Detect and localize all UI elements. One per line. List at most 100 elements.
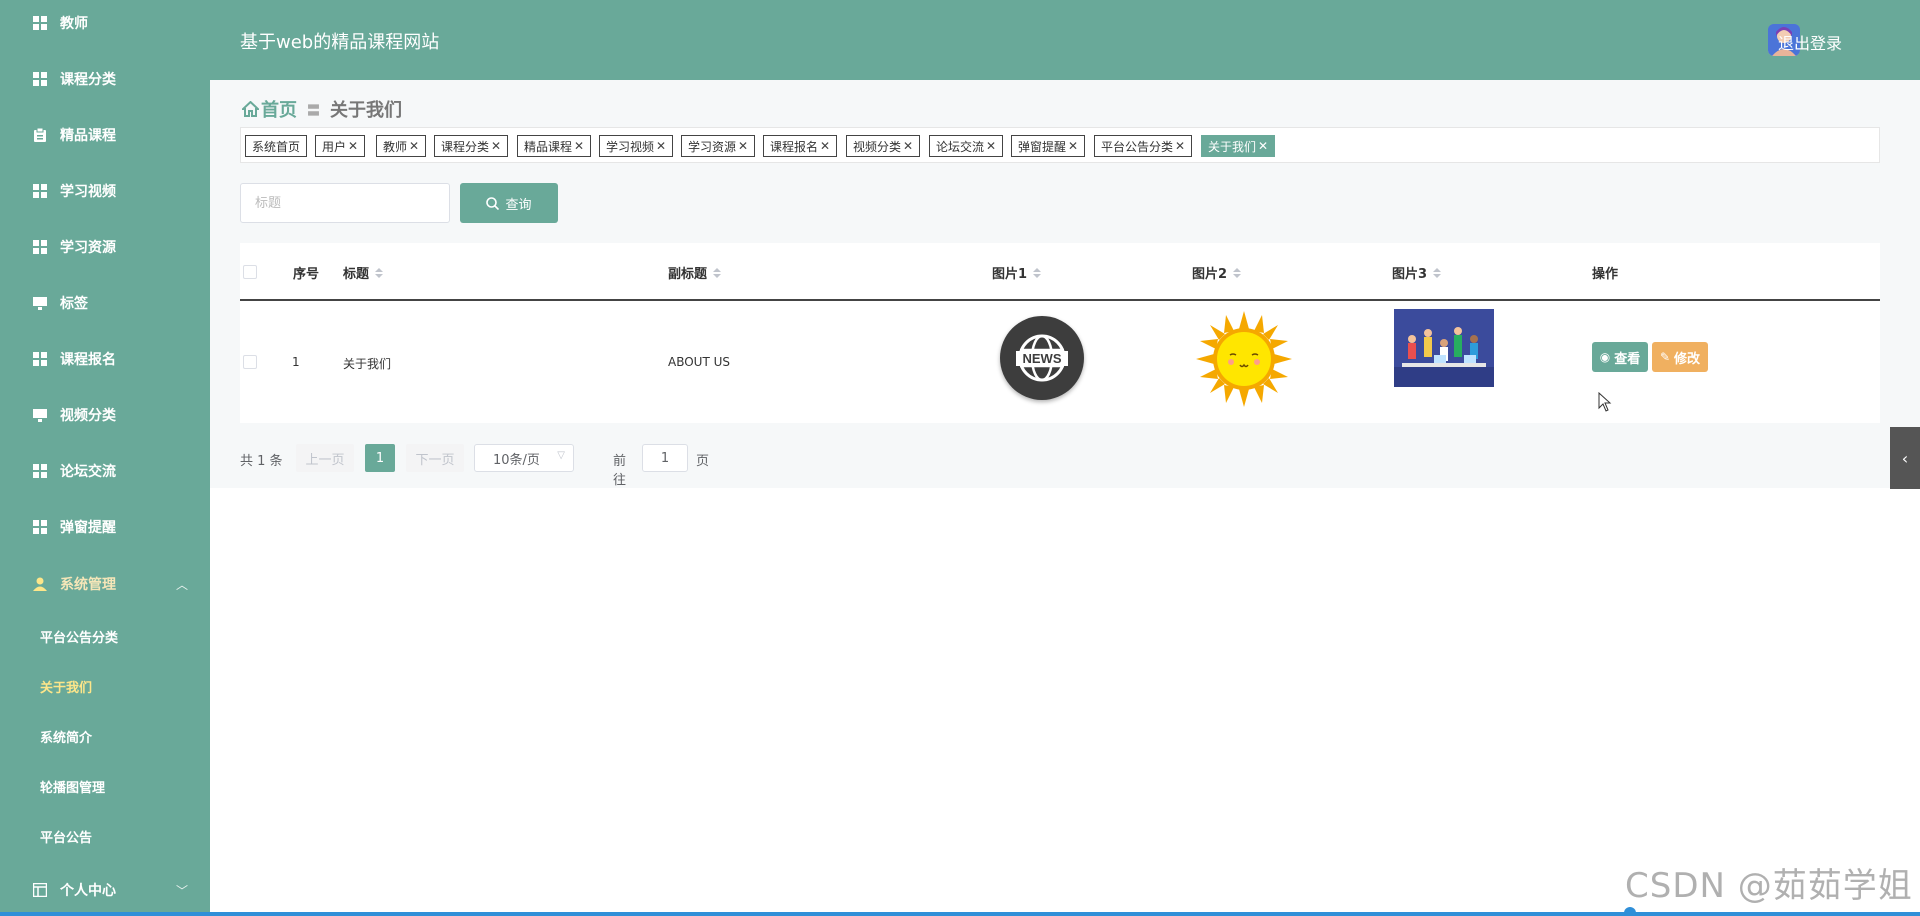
data-table: 序号 标题 副标题 图片1 图片2 图片3 操作 1 关于我们 ABOUT US… [240,243,1880,423]
sidebar-item-label: 课程分类 [60,72,116,88]
sort-icon[interactable] [713,267,722,278]
column-header-image2[interactable]: 图片2 [1192,263,1242,282]
cell-title: 关于我们 [343,357,392,371]
sidebar-item-personal-center[interactable]: 个人中心 ﹀ [0,870,210,910]
breadcrumb-home[interactable]: 首页 [242,96,297,122]
row-checkbox[interactable] [243,355,257,369]
sidebar: 教师 课程分类 精品课程 学习视频 学习资源 标签 课程报名 视频分类 论坛交流… [0,0,210,916]
collapse-handle[interactable]: ‹ [1890,427,1920,489]
page-number-current[interactable]: 1 [365,444,395,472]
sidebar-item-course-category[interactable]: 课程分类 [0,59,210,99]
sidebar-item-label: 学习资源 [60,240,116,256]
tag-about-us[interactable]: 关于我们 ✕ [1201,135,1276,157]
submenu-item-carousel[interactable]: 轮播图管理 [0,768,210,804]
select-all-checkbox[interactable] [243,265,257,279]
view-button[interactable]: ◉ 查看 [1592,342,1648,372]
grid-icon [33,464,47,478]
sidebar-item-label: 论坛交流 [60,464,116,480]
globe-news-icon[interactable]: NEWS [1000,316,1084,400]
user-icon [33,577,47,591]
sidebar-item-label: 弹窗提醒 [60,520,116,536]
sidebar-item-video-category[interactable]: 视频分类 [0,395,210,435]
tag-course-category[interactable]: 课程分类 ✕ [434,135,509,157]
close-icon[interactable]: ✕ [1258,139,1268,153]
chevron-up-icon: ︿ [175,577,188,592]
page-suffix: 页 [696,454,710,469]
submenu-item-about-us[interactable]: 关于我们 [0,668,210,704]
grid-icon [33,352,47,366]
eye-icon: ◉ [1599,350,1611,364]
site-title: 基于web的精品课程网站 [240,32,440,53]
tag-forum[interactable]: 论坛交流 ✕ [929,135,1004,157]
sun-illustration[interactable] [1194,309,1294,409]
tag-home[interactable]: 系统首页 [245,135,308,157]
tag-user[interactable]: 用户 ✕ [315,135,366,157]
sort-icon[interactable] [375,267,384,278]
monitor-icon [33,296,47,310]
close-icon[interactable]: ✕ [491,139,501,153]
tag-study-video[interactable]: 学习视频 ✕ [599,135,674,157]
prev-page-button[interactable]: 上一页 [296,444,354,472]
sidebar-item-course-signup[interactable]: 课程报名 [0,339,210,379]
tag-premium-course[interactable]: 精品课程 ✕ [517,135,592,157]
goto-page-input[interactable] [642,444,688,472]
sidebar-item-teacher[interactable]: 教师 [0,3,210,43]
close-icon[interactable]: ✕ [738,139,748,153]
search-icon [486,196,500,210]
sidebar-item-study-resource[interactable]: 学习资源 [0,227,210,267]
close-icon[interactable]: ✕ [574,139,584,153]
close-icon[interactable]: ✕ [903,139,913,153]
sidebar-item-label: 课程报名 [60,352,116,368]
table-header: 序号 标题 副标题 图片1 图片2 图片3 操作 [240,243,1880,301]
close-icon[interactable]: ✕ [820,139,830,153]
tag-course-signup[interactable]: 课程报名 ✕ [763,135,838,157]
column-header-subtitle[interactable]: 副标题 [668,263,722,282]
chevron-left-icon: ‹ [1901,448,1909,468]
close-icon[interactable]: ✕ [1068,139,1078,153]
sidebar-item-label: 系统管理 [60,577,116,593]
breadcrumb: 首页 〓 关于我们 [242,96,402,122]
edit-button[interactable]: ✎ 修改 [1652,342,1708,372]
logout-button[interactable]: 退出登录 [1778,30,1842,54]
mouse-cursor-icon [1598,392,1612,412]
column-header-title[interactable]: 标题 [343,263,384,282]
tag-study-resource[interactable]: 学习资源 ✕ [681,135,756,157]
close-icon[interactable]: ✕ [656,139,666,153]
sort-icon[interactable] [1233,267,1242,278]
next-page-button[interactable]: 下一页 [406,444,464,472]
tag-teacher[interactable]: 教师 ✕ [376,135,427,157]
sidebar-item-premium-course[interactable]: 精品课程 [0,115,210,155]
column-header-image1[interactable]: 图片1 [992,263,1042,282]
cell-index: 1 [292,355,300,369]
goto-label: 前往 [613,454,627,488]
sort-icon[interactable] [1033,267,1042,278]
tag-video-category[interactable]: 视频分类 ✕ [846,135,921,157]
window-icon [33,883,47,897]
tag-popup-reminder[interactable]: 弹窗提醒 ✕ [1011,135,1086,157]
submenu-item-announcement[interactable]: 平台公告 [0,818,210,854]
sidebar-item-system-management[interactable]: 系统管理 ︿ [0,564,210,604]
search-button[interactable]: 查询 [460,183,558,223]
tag-announcement-category[interactable]: 平台公告分类 ✕ [1094,135,1193,157]
grid-icon [33,520,47,534]
column-header-image3[interactable]: 图片3 [1392,263,1442,282]
progress-handle [1624,907,1636,916]
close-icon[interactable]: ✕ [986,139,996,153]
home-icon [242,101,259,117]
submenu-item-system-intro[interactable]: 系统简介 [0,718,210,754]
sort-icon[interactable] [1433,267,1442,278]
submenu-item-announcement-category[interactable]: 平台公告分类 [0,618,210,654]
page-size-select[interactable]: 10条/页 ▽ [474,444,574,472]
sidebar-item-study-video[interactable]: 学习视频 [0,171,210,211]
search-input[interactable] [240,183,450,223]
monitor-icon [33,408,47,422]
close-icon[interactable]: ✕ [348,139,358,153]
column-header-actions: 操作 [1592,267,1619,282]
clipboard-icon [33,128,47,142]
sidebar-item-popup-reminder[interactable]: 弹窗提醒 [0,507,210,547]
team-illustration[interactable] [1394,309,1494,387]
sidebar-item-forum[interactable]: 论坛交流 [0,451,210,491]
close-icon[interactable]: ✕ [1175,139,1185,153]
close-icon[interactable]: ✕ [409,139,419,153]
sidebar-item-tag[interactable]: 标签 [0,283,210,323]
